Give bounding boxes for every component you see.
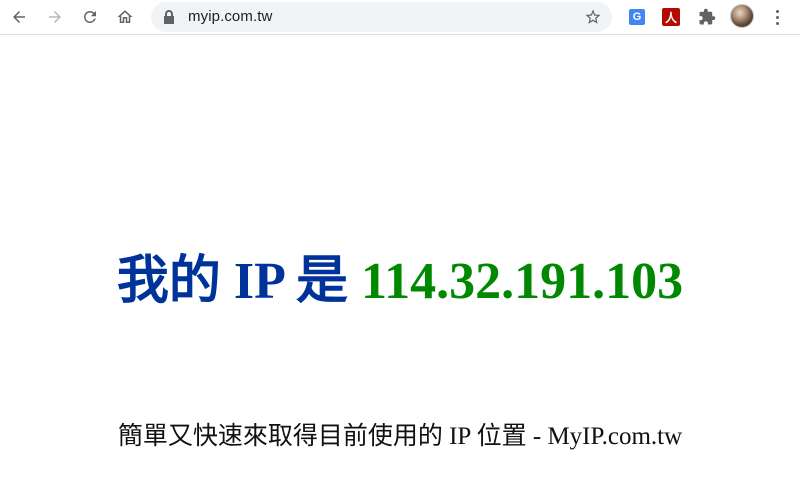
ip-headline: 我的 IP 是 114.32.191.103 [0, 250, 800, 314]
home-icon [117, 10, 133, 23]
address-bar[interactable]: myip.com.tw [151, 2, 612, 32]
acrobat-extension[interactable]: 人 [660, 6, 682, 28]
forward-button[interactable] [42, 4, 68, 30]
acrobat-icon: 人 [662, 8, 680, 26]
menu-dot [775, 15, 779, 19]
browser-toolbar: myip.com.tw G 人 [0, 0, 800, 35]
puzzle-icon [699, 8, 716, 25]
menu-dot [775, 9, 779, 13]
url-text[interactable]: myip.com.tw [188, 8, 272, 25]
reload-button[interactable] [77, 4, 103, 30]
ip-address: 114.32.191.103 [361, 253, 684, 310]
bookmark-star-icon[interactable] [584, 8, 602, 26]
extensions-button[interactable] [696, 6, 718, 28]
google-translate-icon: G [629, 9, 645, 25]
menu-dot [775, 21, 779, 25]
site-tagline: 簡單又快速來取得目前使用的 IP 位置 - MyIP.com.tw [117, 423, 683, 450]
headline-label: 我的 IP 是 [116, 253, 348, 310]
google-translate-extension[interactable]: G [626, 6, 648, 28]
back-button[interactable] [6, 4, 32, 30]
browser-menu-button[interactable] [766, 6, 788, 28]
arrow-right-icon [49, 11, 61, 23]
reload-icon [83, 10, 96, 23]
profile-avatar[interactable] [730, 4, 754, 28]
home-button[interactable] [112, 4, 138, 30]
arrow-left-icon [13, 11, 25, 23]
lock-icon[interactable] [163, 10, 175, 24]
